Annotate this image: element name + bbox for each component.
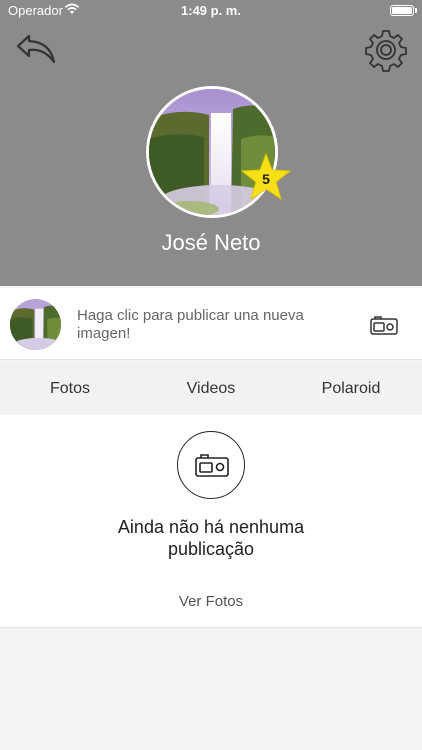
battery-icon <box>390 5 414 16</box>
see-photos-link[interactable]: Ver Fotos <box>0 593 422 610</box>
settings-button[interactable] <box>364 28 408 72</box>
level-number: 5 <box>262 171 270 187</box>
clock: 1:49 p. m. <box>181 3 241 18</box>
tab-videos[interactable]: Videos <box>161 363 261 415</box>
media-tabs: Fotos Videos Polaroid <box>0 363 422 415</box>
status-bar: Operador 1:49 p. m. <box>0 0 422 22</box>
profile-header: 5 José Neto <box>0 22 422 286</box>
back-button[interactable] <box>14 30 60 70</box>
empty-state-message: Ainda não há nenhuma publicação <box>117 517 305 559</box>
empty-state-panel: Ainda não há nenhuma publicação Ver Foto… <box>0 415 422 628</box>
camera-icon <box>195 454 229 477</box>
camera-icon <box>370 316 398 335</box>
new-post-prompt[interactable]: Haga clic para publicar una nueva imagen… <box>77 307 337 343</box>
level-badge: 5 <box>240 152 292 202</box>
camera-button[interactable] <box>369 314 399 336</box>
user-avatar-small <box>10 299 61 350</box>
back-arrow-icon <box>16 34 56 64</box>
camera-circle-button[interactable] <box>177 431 245 499</box>
tab-polaroid[interactable]: Polaroid <box>301 363 401 415</box>
user-name: José Neto <box>161 230 261 255</box>
battery-tip <box>415 8 417 13</box>
new-post-bar[interactable]: Haga clic para publicar una nueva imagen… <box>0 288 422 360</box>
bottom-area <box>0 629 422 750</box>
gear-icon <box>365 30 407 72</box>
tab-fotos[interactable]: Fotos <box>20 363 120 415</box>
